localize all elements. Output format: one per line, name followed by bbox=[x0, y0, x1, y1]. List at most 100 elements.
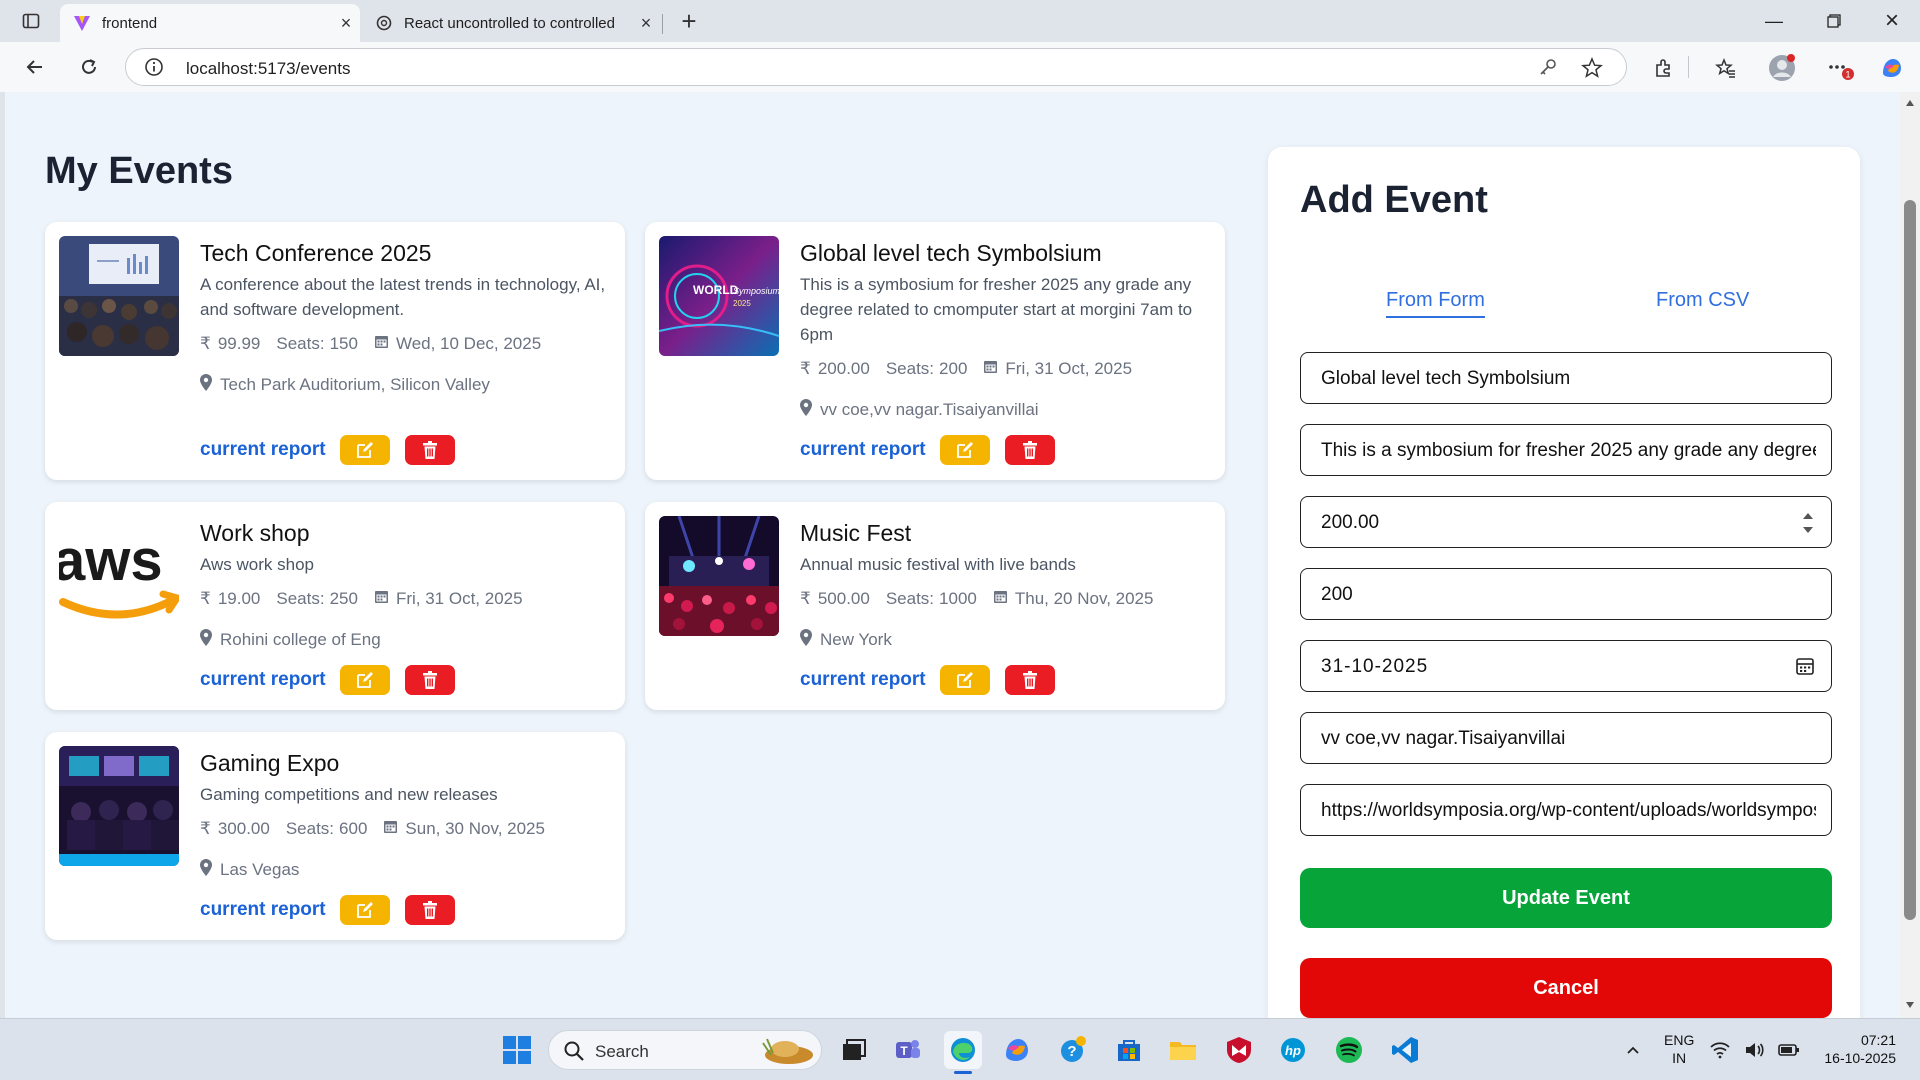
favorites-icon[interactable] bbox=[1712, 54, 1740, 82]
location-input[interactable]: vv coe,vv nagar.Tisaiyanvillai bbox=[1300, 712, 1832, 764]
events-page: My Events Tech Conference 2025 A confere… bbox=[5, 92, 1900, 1018]
event-card: WORLD Symposium 2025 Global level tech S… bbox=[645, 222, 1225, 480]
teams-icon[interactable]: T bbox=[888, 1031, 926, 1069]
chatgpt-icon bbox=[374, 13, 394, 33]
tab-react-uncontrolled[interactable]: React uncontrolled to controlled × bbox=[362, 4, 660, 42]
update-event-button[interactable]: Update Event bbox=[1300, 868, 1832, 928]
panel-title: Add Event bbox=[1300, 179, 1488, 221]
extensions-icon[interactable] bbox=[1650, 54, 1678, 82]
delete-button[interactable] bbox=[404, 435, 455, 465]
svg-text:T: T bbox=[900, 1044, 908, 1058]
event-price: 99.99 bbox=[217, 334, 261, 353]
spinner-arrows-icon[interactable] bbox=[1801, 509, 1815, 542]
price-input[interactable]: 200.00 bbox=[1300, 496, 1832, 548]
current-report-link[interactable]: current report bbox=[200, 439, 326, 461]
spotify-icon[interactable] bbox=[1330, 1031, 1368, 1069]
event-image-conference bbox=[59, 236, 179, 356]
event-seats: 250 bbox=[329, 589, 358, 608]
edit-button[interactable] bbox=[339, 895, 390, 925]
taskbar-search[interactable]: Search bbox=[548, 1030, 822, 1070]
edit-button[interactable] bbox=[939, 665, 990, 695]
language-indicator[interactable]: ENG IN bbox=[1664, 1031, 1694, 1067]
tab-divider bbox=[662, 14, 663, 34]
edit-button[interactable] bbox=[339, 435, 390, 465]
clock[interactable]: 07:21 16-10-2025 bbox=[1816, 1031, 1896, 1067]
restore-icon[interactable] bbox=[1806, 0, 1862, 42]
tab-actions-icon[interactable] bbox=[14, 4, 48, 38]
event-location: Rohini college of Eng bbox=[220, 630, 381, 649]
rupee-icon: ₹ bbox=[200, 819, 211, 838]
calendar-picker-icon[interactable] bbox=[1795, 656, 1815, 681]
event-image-symposium: WORLD Symposium 2025 bbox=[659, 236, 779, 356]
tab-title: frontend bbox=[102, 14, 158, 32]
edit-button[interactable] bbox=[339, 665, 390, 695]
close-tab-icon[interactable]: × bbox=[332, 13, 360, 34]
close-tab-icon[interactable]: × bbox=[632, 13, 660, 34]
image-url-input-value: https://worldsymposia.org/wp-content/upl… bbox=[1321, 800, 1816, 821]
close-window-icon[interactable]: × bbox=[1864, 0, 1920, 42]
page-title: My Events bbox=[45, 150, 233, 192]
seats-input[interactable]: 200 bbox=[1300, 568, 1832, 620]
calendar-icon bbox=[374, 589, 389, 609]
current-report-link[interactable]: current report bbox=[800, 439, 926, 461]
mcafee-icon[interactable] bbox=[1220, 1031, 1258, 1069]
address-bar[interactable]: localhost:5173/events bbox=[125, 48, 1627, 86]
event-location: Las Vegas bbox=[220, 860, 300, 879]
event-title: Work shop bbox=[200, 520, 310, 546]
tab-from-csv[interactable]: From CSV bbox=[1656, 289, 1749, 312]
hp-icon[interactable]: hp bbox=[1274, 1031, 1312, 1069]
event-description: Annual music festival with live bands bbox=[800, 555, 1076, 574]
system-tray-icons[interactable] bbox=[1710, 1031, 1800, 1069]
edit-icon bbox=[356, 442, 373, 458]
delete-button[interactable] bbox=[1004, 435, 1055, 465]
event-date: Fri, 31 Oct, 2025 bbox=[395, 589, 523, 608]
tab-from-form[interactable]: From Form bbox=[1386, 289, 1485, 318]
title-input[interactable]: Global level tech Symbolsium bbox=[1300, 352, 1832, 404]
url-text[interactable]: localhost:5173/events bbox=[186, 59, 350, 79]
scrollbar-thumb[interactable] bbox=[1904, 200, 1916, 920]
new-tab-icon[interactable]: + bbox=[672, 4, 706, 38]
vscode-icon[interactable] bbox=[1386, 1031, 1424, 1069]
tab-frontend[interactable]: frontend × bbox=[60, 4, 360, 42]
edit-button[interactable] bbox=[939, 435, 990, 465]
file-explorer-icon[interactable] bbox=[1164, 1031, 1202, 1069]
rupee-icon: ₹ bbox=[800, 359, 811, 378]
task-view-icon[interactable] bbox=[834, 1031, 872, 1069]
copilot-app-icon[interactable] bbox=[998, 1031, 1036, 1069]
location-pin-icon bbox=[200, 629, 212, 651]
more-menu-icon[interactable]: 1 bbox=[1826, 54, 1854, 82]
minimize-icon[interactable]: — bbox=[1746, 0, 1802, 42]
event-seats: 1000 bbox=[939, 589, 977, 608]
profile-avatar-icon[interactable] bbox=[1768, 54, 1796, 82]
date-input[interactable]: 31-10-2025 bbox=[1300, 640, 1832, 692]
svg-text:?: ? bbox=[1067, 1043, 1076, 1060]
windows-start-icon[interactable] bbox=[498, 1031, 536, 1069]
address-toolbar: localhost:5173/events 1 bbox=[0, 42, 1920, 92]
event-price: 300.00 bbox=[217, 819, 270, 838]
reload-icon[interactable] bbox=[72, 50, 106, 84]
delete-button[interactable] bbox=[404, 665, 455, 695]
title-input-value: Global level tech Symbolsium bbox=[1321, 368, 1571, 389]
current-report-link[interactable]: current report bbox=[200, 899, 326, 921]
microsoft-store-icon[interactable] bbox=[1110, 1031, 1148, 1069]
event-location: vv coe,vv nagar.Tisaiyanvillai bbox=[820, 400, 1039, 419]
edge-browser-icon[interactable] bbox=[944, 1031, 982, 1074]
current-report-link[interactable]: current report bbox=[800, 669, 926, 691]
copilot-icon[interactable] bbox=[1878, 54, 1906, 82]
delete-button[interactable] bbox=[404, 895, 455, 925]
back-icon[interactable] bbox=[18, 50, 52, 84]
favorite-star-icon[interactable] bbox=[1581, 57, 1603, 84]
password-key-icon[interactable] bbox=[1538, 57, 1558, 82]
cancel-button[interactable]: Cancel bbox=[1300, 958, 1832, 1018]
show-hidden-icons-chevron[interactable] bbox=[1614, 1031, 1652, 1069]
description-input[interactable]: This is a symbosium for fresher 2025 any… bbox=[1300, 424, 1832, 476]
event-date: Sun, 30 Nov, 2025 bbox=[405, 819, 545, 838]
current-report-link[interactable]: current report bbox=[200, 669, 326, 691]
trash-icon bbox=[422, 671, 437, 689]
event-location: New York bbox=[820, 630, 892, 649]
delete-button[interactable] bbox=[1004, 665, 1055, 695]
event-date: Wed, 10 Dec, 2025 bbox=[395, 334, 542, 353]
image-url-input[interactable]: https://worldsymposia.org/wp-content/upl… bbox=[1300, 784, 1832, 836]
help-icon[interactable]: ? bbox=[1054, 1031, 1092, 1069]
site-info-icon[interactable] bbox=[144, 57, 164, 82]
